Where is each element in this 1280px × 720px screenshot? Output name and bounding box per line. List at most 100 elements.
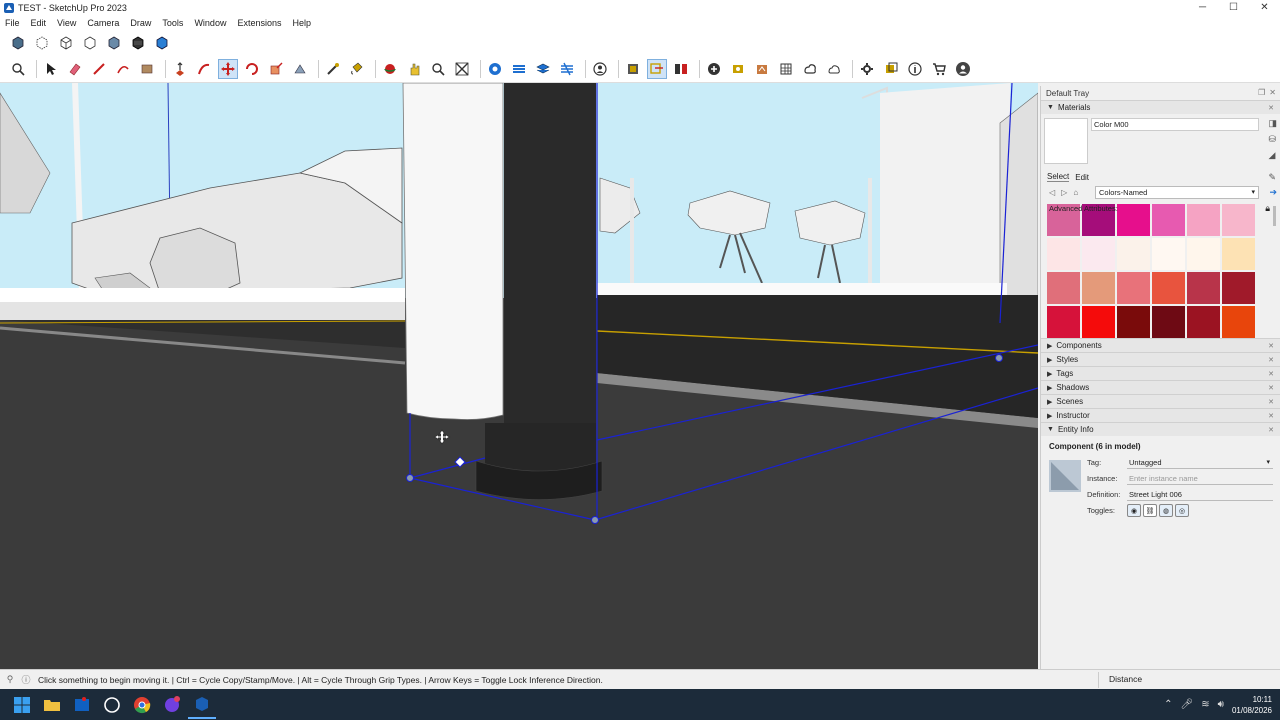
pan-icon[interactable]	[404, 59, 424, 79]
menu-tools[interactable]: Tools	[162, 18, 189, 28]
chrome-icon[interactable]	[128, 691, 156, 719]
shaded-textures-icon[interactable]	[128, 33, 148, 53]
material-swatch[interactable]	[1047, 272, 1080, 304]
scale-icon[interactable]	[266, 59, 286, 79]
sandbox-icon[interactable]	[557, 59, 577, 79]
scrollbar[interactable]	[1273, 206, 1276, 226]
zoom-extents-icon[interactable]	[452, 59, 472, 79]
default-material-icon[interactable]: ◨	[1268, 118, 1277, 129]
account-icon[interactable]	[953, 59, 973, 79]
receive-shadows-icon[interactable]: ◍	[1159, 504, 1173, 517]
material-swatch[interactable]	[1117, 272, 1150, 304]
shapes-icon[interactable]	[113, 59, 133, 79]
material-name-field[interactable]: Color M00	[1091, 118, 1259, 131]
sample-paint-icon[interactable]: ◢	[1268, 150, 1277, 161]
viewport-scene[interactable]	[0, 83, 1038, 669]
back-edges-icon[interactable]	[32, 33, 52, 53]
chevron-up-icon[interactable]: ⌃	[1164, 699, 1172, 710]
material-swatch[interactable]	[1082, 306, 1115, 338]
pin-icon[interactable]: ❐	[1258, 88, 1265, 97]
eyedropper-icon[interactable]: ✎	[1268, 172, 1276, 183]
line-icon[interactable]	[89, 59, 109, 79]
hidden-line-icon[interactable]	[80, 33, 100, 53]
material-swatch[interactable]	[1047, 238, 1080, 270]
windows-start-icon[interactable]	[8, 691, 36, 719]
material-swatch[interactable]	[1117, 238, 1150, 270]
material-swatch[interactable]	[1082, 238, 1115, 270]
offset-icon[interactable]	[194, 59, 214, 79]
grip-point[interactable]	[406, 474, 414, 482]
material-swatch[interactable]	[1222, 204, 1255, 236]
create-material-icon[interactable]: ⛁	[1268, 134, 1277, 145]
panel-close-icon[interactable]: ✕	[1268, 356, 1274, 364]
panel-styles[interactable]: ▶ Styles ✕	[1041, 352, 1280, 366]
sketchup-icon[interactable]	[188, 691, 216, 719]
wireframe-icon[interactable]	[56, 33, 76, 53]
panel-components[interactable]: ▶ Components ✕	[1041, 338, 1280, 352]
xray-icon[interactable]	[8, 33, 28, 53]
forward-arrow-icon[interactable]: ▷	[1061, 188, 1067, 197]
lock-icon[interactable]: 🔒︎	[1265, 203, 1270, 214]
material-swatch[interactable]	[1222, 306, 1255, 338]
entity-info-panel-head[interactable]: ▼ Entity Info ✕	[1041, 422, 1280, 436]
material-swatch[interactable]	[1082, 272, 1115, 304]
menu-extensions[interactable]: Extensions	[237, 18, 287, 28]
menu-window[interactable]: Window	[194, 18, 232, 28]
menu-view[interactable]: View	[57, 18, 82, 28]
orbit-icon[interactable]	[380, 59, 400, 79]
styles-icon[interactable]	[776, 59, 796, 79]
monochrome-icon[interactable]	[152, 33, 172, 53]
messenger-icon[interactable]	[158, 691, 186, 719]
rotate-icon[interactable]	[242, 59, 262, 79]
wifi-icon[interactable]: ≋	[1201, 699, 1209, 710]
cart-icon[interactable]	[929, 59, 949, 79]
tray-close-icon[interactable]: ✕	[1269, 88, 1276, 97]
lock-toggle-icon[interactable]: ⛓	[1143, 504, 1157, 517]
info-icon[interactable]	[905, 59, 925, 79]
move-icon[interactable]	[218, 59, 238, 79]
model-viewport[interactable]	[0, 83, 1038, 669]
home-icon[interactable]: ⌂	[1073, 188, 1078, 197]
layers-icon[interactable]	[533, 59, 553, 79]
push-pull-icon[interactable]	[170, 59, 190, 79]
tab-edit[interactable]: Edit	[1075, 173, 1089, 182]
shaded-icon[interactable]	[104, 33, 124, 53]
material-swatch[interactable]	[1222, 272, 1255, 304]
maximize-button[interactable]: ☐	[1218, 0, 1249, 15]
tag-select[interactable]: Untagged ▾	[1127, 457, 1273, 469]
rectangle-icon[interactable]	[137, 59, 157, 79]
clock[interactable]: 10:11 01/08/2026	[1232, 694, 1272, 716]
info-icon[interactable]: ⓘ	[20, 674, 32, 686]
camera-icon[interactable]	[728, 59, 748, 79]
menu-edit[interactable]: Edit	[31, 18, 53, 28]
eraser-icon[interactable]	[65, 59, 85, 79]
material-swatch[interactable]	[1152, 306, 1185, 338]
follow-me-icon[interactable]	[290, 59, 310, 79]
instance-name-input[interactable]: Enter instance name	[1127, 473, 1273, 485]
geo-location-icon[interactable]: ⚲	[4, 674, 16, 686]
panel-close-icon[interactable]: ✕	[1268, 370, 1274, 378]
add-location-icon[interactable]	[704, 59, 724, 79]
back-arrow-icon[interactable]: ◁	[1049, 188, 1055, 197]
components-icon[interactable]	[671, 59, 691, 79]
material-swatch[interactable]	[1047, 306, 1080, 338]
menu-draw[interactable]: Draw	[130, 18, 157, 28]
panel-close-icon[interactable]: ✕	[1268, 412, 1274, 420]
close-button[interactable]: ✕	[1249, 0, 1280, 15]
materials-panel-head[interactable]: ▼ Materials ✕	[1041, 100, 1280, 114]
paint-icon[interactable]	[347, 59, 367, 79]
scenes-icon[interactable]	[752, 59, 772, 79]
zoom-icon[interactable]	[8, 59, 28, 79]
cloud-icon[interactable]	[824, 59, 844, 79]
panel-close-icon[interactable]: ✕	[1268, 384, 1274, 392]
chatgpt-icon[interactable]	[98, 691, 126, 719]
panel-close-icon[interactable]: ✕	[1268, 104, 1274, 112]
3d-warehouse-icon[interactable]	[485, 59, 505, 79]
panel-instructor[interactable]: ▶ Instructor ✕	[1041, 408, 1280, 422]
dynamic-icon[interactable]	[881, 59, 901, 79]
details-arrow-icon[interactable]: ➔	[1269, 187, 1277, 198]
tab-select[interactable]: Select	[1047, 172, 1070, 182]
volume-icon[interactable]: 🔊︎	[1218, 699, 1224, 710]
material-swatch[interactable]	[1152, 272, 1185, 304]
cast-shadows-icon[interactable]: ◎	[1175, 504, 1189, 517]
